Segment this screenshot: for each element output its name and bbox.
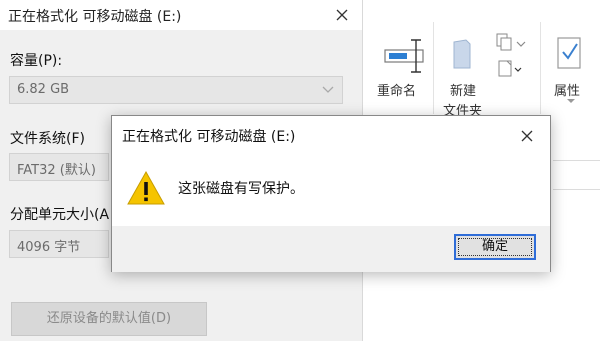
new-item-icon[interactable] xyxy=(495,30,527,56)
warning-icon xyxy=(126,170,166,210)
explorer-address-strip xyxy=(553,160,600,190)
allocation-label: 分配单元大小(A xyxy=(10,207,110,223)
write-protect-dialog: 正在格式化 可移动磁盘 (E:) 这张磁盘有写保护。 确定 xyxy=(111,115,551,272)
rename-icon[interactable] xyxy=(383,36,427,80)
chevron-down-icon xyxy=(322,86,334,93)
ribbon-separator xyxy=(540,22,541,114)
easy-access-icon[interactable] xyxy=(497,58,525,84)
capacity-select[interactable]: 6.82 GB xyxy=(9,76,343,104)
format-window-title: 正在格式化 可移动磁盘 (E:) xyxy=(8,9,182,25)
filesystem-value: FAT32 (默认) xyxy=(17,163,96,178)
ribbon-separator xyxy=(433,22,434,114)
capacity-value: 6.82 GB xyxy=(17,82,70,97)
rename-label: 重命名 xyxy=(377,84,417,99)
dialog-message: 这张磁盘有写保护。 xyxy=(178,181,304,197)
format-titlebar: 正在格式化 可移动磁盘 (E:) xyxy=(0,0,362,30)
capacity-label: 容量(P): xyxy=(10,53,63,69)
close-icon[interactable] xyxy=(330,3,354,27)
filesystem-label: 文件系统(F) xyxy=(10,131,85,147)
properties-icon[interactable] xyxy=(555,34,583,76)
new-folder-label-1: 新建 xyxy=(450,84,477,99)
allocation-value: 4096 字节 xyxy=(17,240,81,255)
new-folder-icon[interactable] xyxy=(450,36,474,76)
properties-label: 属性 xyxy=(554,84,581,99)
close-icon[interactable] xyxy=(515,124,539,148)
explorer-ribbon: 重命名 新建 文件夹 属性 xyxy=(363,0,600,130)
focus-rectangle xyxy=(458,238,532,256)
dialog-title: 正在格式化 可移动磁盘 (E:) xyxy=(122,129,296,145)
filesystem-select[interactable]: FAT32 (默认) xyxy=(9,153,109,181)
allocation-select[interactable]: 4096 字节 xyxy=(9,230,109,258)
ok-button[interactable]: 确定 xyxy=(454,234,536,260)
chevron-down-icon[interactable] xyxy=(566,98,576,104)
restore-defaults-button[interactable]: 还原设备的默认值(D) xyxy=(11,302,207,336)
